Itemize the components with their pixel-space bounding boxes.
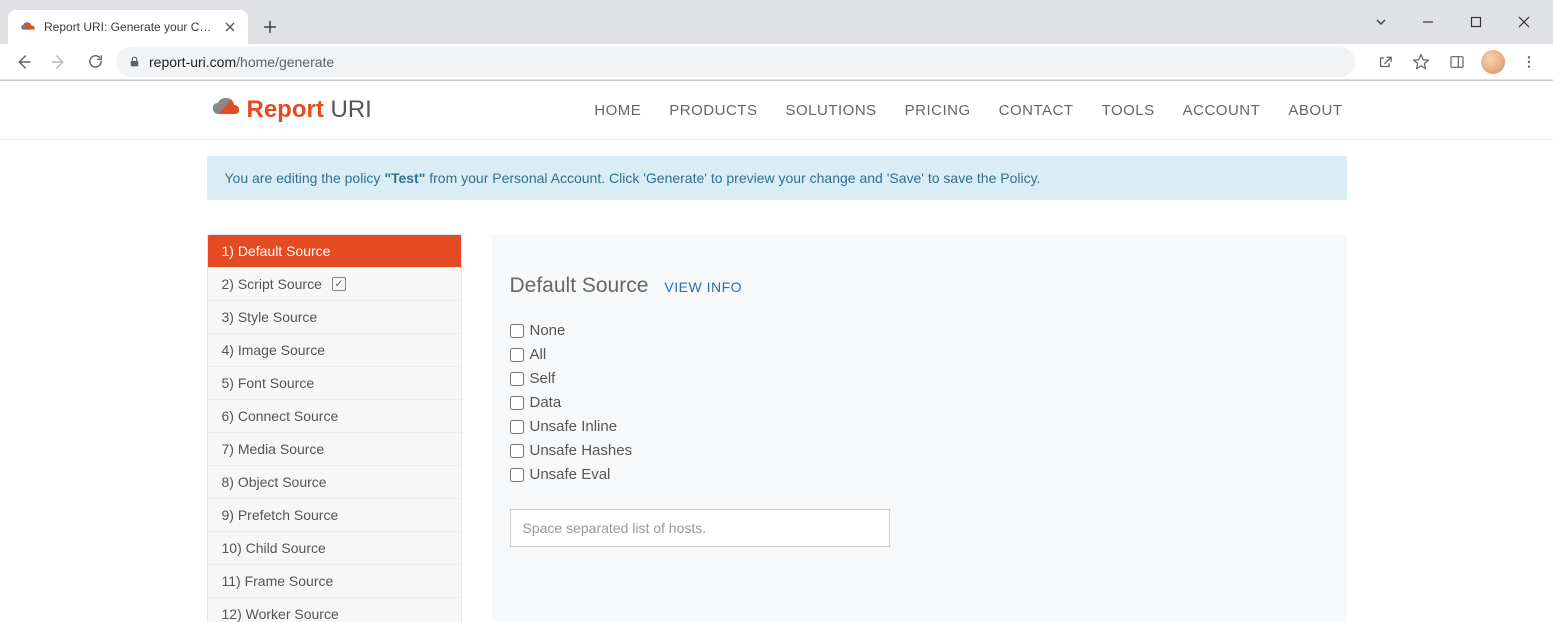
sidebar-item-image-source[interactable]: 4) Image Source (208, 334, 461, 367)
lock-icon (128, 55, 141, 68)
back-button[interactable] (8, 47, 38, 77)
favicon-icon (20, 19, 36, 35)
sidebar-item-label: 6) Connect Source (222, 408, 339, 424)
sidebar-item-label: 8) Object Source (222, 474, 327, 490)
tab-title: Report URI: Generate your Conte (44, 20, 214, 34)
nav-products[interactable]: PRODUCTS (669, 102, 757, 119)
sidebar-item-label: 4) Image Source (222, 342, 326, 358)
nav-pricing[interactable]: PRICING (905, 102, 971, 119)
nav-solutions[interactable]: SOLUTIONS (785, 102, 876, 119)
directive-list: 1) Default Source 2) Script Source ✓ 3) … (207, 234, 462, 622)
panel-title: Default Source (510, 274, 649, 298)
option-label: Unsafe Inline (530, 418, 618, 435)
tab-strip: Report URI: Generate your Conte (0, 0, 1553, 44)
info-alert: You are editing the policy "Test" from y… (207, 156, 1347, 200)
option-label: Unsafe Eval (530, 466, 611, 483)
checkbox-data[interactable] (510, 396, 524, 410)
window-controls (1363, 0, 1553, 44)
close-icon[interactable] (222, 19, 238, 35)
kebab-menu-icon[interactable] (1513, 47, 1545, 77)
alert-suffix: from your Personal Account. Click 'Gener… (425, 170, 1040, 186)
option-none[interactable]: None (510, 322, 1329, 339)
alert-policy-name: "Test" (384, 170, 425, 186)
option-label: None (530, 322, 566, 339)
sidebar-item-script-source[interactable]: 2) Script Source ✓ (208, 268, 461, 301)
sidebar-item-label: 9) Prefetch Source (222, 507, 339, 523)
check-icon: ✓ (332, 277, 346, 291)
sidebar-item-media-source[interactable]: 7) Media Source (208, 433, 461, 466)
sidebar-item-frame-source[interactable]: 11) Frame Source (208, 565, 461, 598)
sidebar-item-label: 10) Child Source (222, 540, 326, 556)
sidebar-item-label: 11) Frame Source (222, 573, 334, 589)
sidebar-item-style-source[interactable]: 3) Style Source (208, 301, 461, 334)
option-label: Unsafe Hashes (530, 442, 633, 459)
cloud-icon (211, 96, 241, 124)
option-label: Self (530, 370, 556, 387)
sidebar-item-label: 2) Script Source (222, 276, 322, 292)
share-icon[interactable] (1369, 47, 1401, 77)
option-unsafe-hashes[interactable]: Unsafe Hashes (510, 442, 1329, 459)
sidebar-item-prefetch-source[interactable]: 9) Prefetch Source (208, 499, 461, 532)
browser-chrome: Report URI: Generate your Conte (0, 0, 1553, 81)
profile-avatar[interactable] (1477, 47, 1509, 77)
forward-button[interactable] (44, 47, 74, 77)
option-all[interactable]: All (510, 346, 1329, 363)
checkbox-self[interactable] (510, 372, 524, 386)
sidebar-item-child-source[interactable]: 10) Child Source (208, 532, 461, 565)
nav-about[interactable]: ABOUT (1288, 102, 1342, 119)
url-path: /home/generate (236, 54, 334, 70)
url-text: report-uri.com/home/generate (149, 54, 334, 70)
logo-text-bold: Report (247, 96, 324, 123)
option-unsafe-eval[interactable]: Unsafe Eval (510, 466, 1329, 483)
view-info-link[interactable]: VIEW INFO (664, 279, 742, 295)
sidebar-item-default-source[interactable]: 1) Default Source (208, 235, 461, 268)
nav-tools[interactable]: TOOLS (1102, 102, 1155, 119)
logo[interactable]: Report URI (211, 96, 372, 124)
site-header: Report URI HOME PRODUCTS SOLUTIONS PRICI… (0, 81, 1553, 140)
bookmark-icon[interactable] (1405, 47, 1437, 77)
toolbar-right (1361, 47, 1545, 77)
option-label: All (530, 346, 547, 363)
nav-contact[interactable]: CONTACT (999, 102, 1074, 119)
checkbox-unsafe-inline[interactable] (510, 420, 524, 434)
option-unsafe-inline[interactable]: Unsafe Inline (510, 418, 1329, 435)
sidebar-item-label: 5) Font Source (222, 375, 315, 391)
sidebar-item-connect-source[interactable]: 6) Connect Source (208, 400, 461, 433)
option-self[interactable]: Self (510, 370, 1329, 387)
option-label: Data (530, 394, 562, 411)
hosts-input[interactable] (510, 509, 890, 547)
checkbox-unsafe-hashes[interactable] (510, 444, 524, 458)
tab-search-button[interactable] (1363, 6, 1399, 38)
nav-home[interactable]: HOME (594, 102, 641, 119)
option-data[interactable]: Data (510, 394, 1329, 411)
directive-panel: Default Source VIEW INFO None All Self D… (492, 234, 1347, 622)
address-bar[interactable]: report-uri.com/home/generate (116, 47, 1355, 77)
logo-text-light: URI (331, 96, 372, 123)
browser-toolbar: report-uri.com/home/generate (0, 44, 1553, 80)
sidebar-item-label: 12) Worker Source (222, 606, 339, 622)
side-panel-icon[interactable] (1441, 47, 1473, 77)
sidebar-item-font-source[interactable]: 5) Font Source (208, 367, 461, 400)
browser-tab[interactable]: Report URI: Generate your Conte (8, 10, 248, 44)
checkbox-none[interactable] (510, 324, 524, 338)
new-tab-button[interactable] (256, 13, 284, 41)
sidebar-item-label: 3) Style Source (222, 309, 318, 325)
nav-account[interactable]: ACCOUNT (1183, 102, 1261, 119)
close-window-button[interactable] (1501, 6, 1547, 38)
maximize-button[interactable] (1453, 6, 1499, 38)
sidebar-item-object-source[interactable]: 8) Object Source (208, 466, 461, 499)
sidebar-item-worker-source[interactable]: 12) Worker Source (208, 598, 461, 622)
alert-prefix: You are editing the policy (225, 170, 385, 186)
reload-button[interactable] (80, 47, 110, 77)
checkbox-unsafe-eval[interactable] (510, 468, 524, 482)
sidebar-item-label: 7) Media Source (222, 441, 325, 457)
checkbox-all[interactable] (510, 348, 524, 362)
url-host: report-uri.com (149, 54, 236, 70)
option-list: None All Self Data Unsafe Inline Unsafe … (510, 322, 1329, 483)
main-nav: HOME PRODUCTS SOLUTIONS PRICING CONTACT … (594, 102, 1342, 119)
minimize-button[interactable] (1405, 6, 1451, 38)
sidebar-item-label: 1) Default Source (222, 243, 331, 259)
